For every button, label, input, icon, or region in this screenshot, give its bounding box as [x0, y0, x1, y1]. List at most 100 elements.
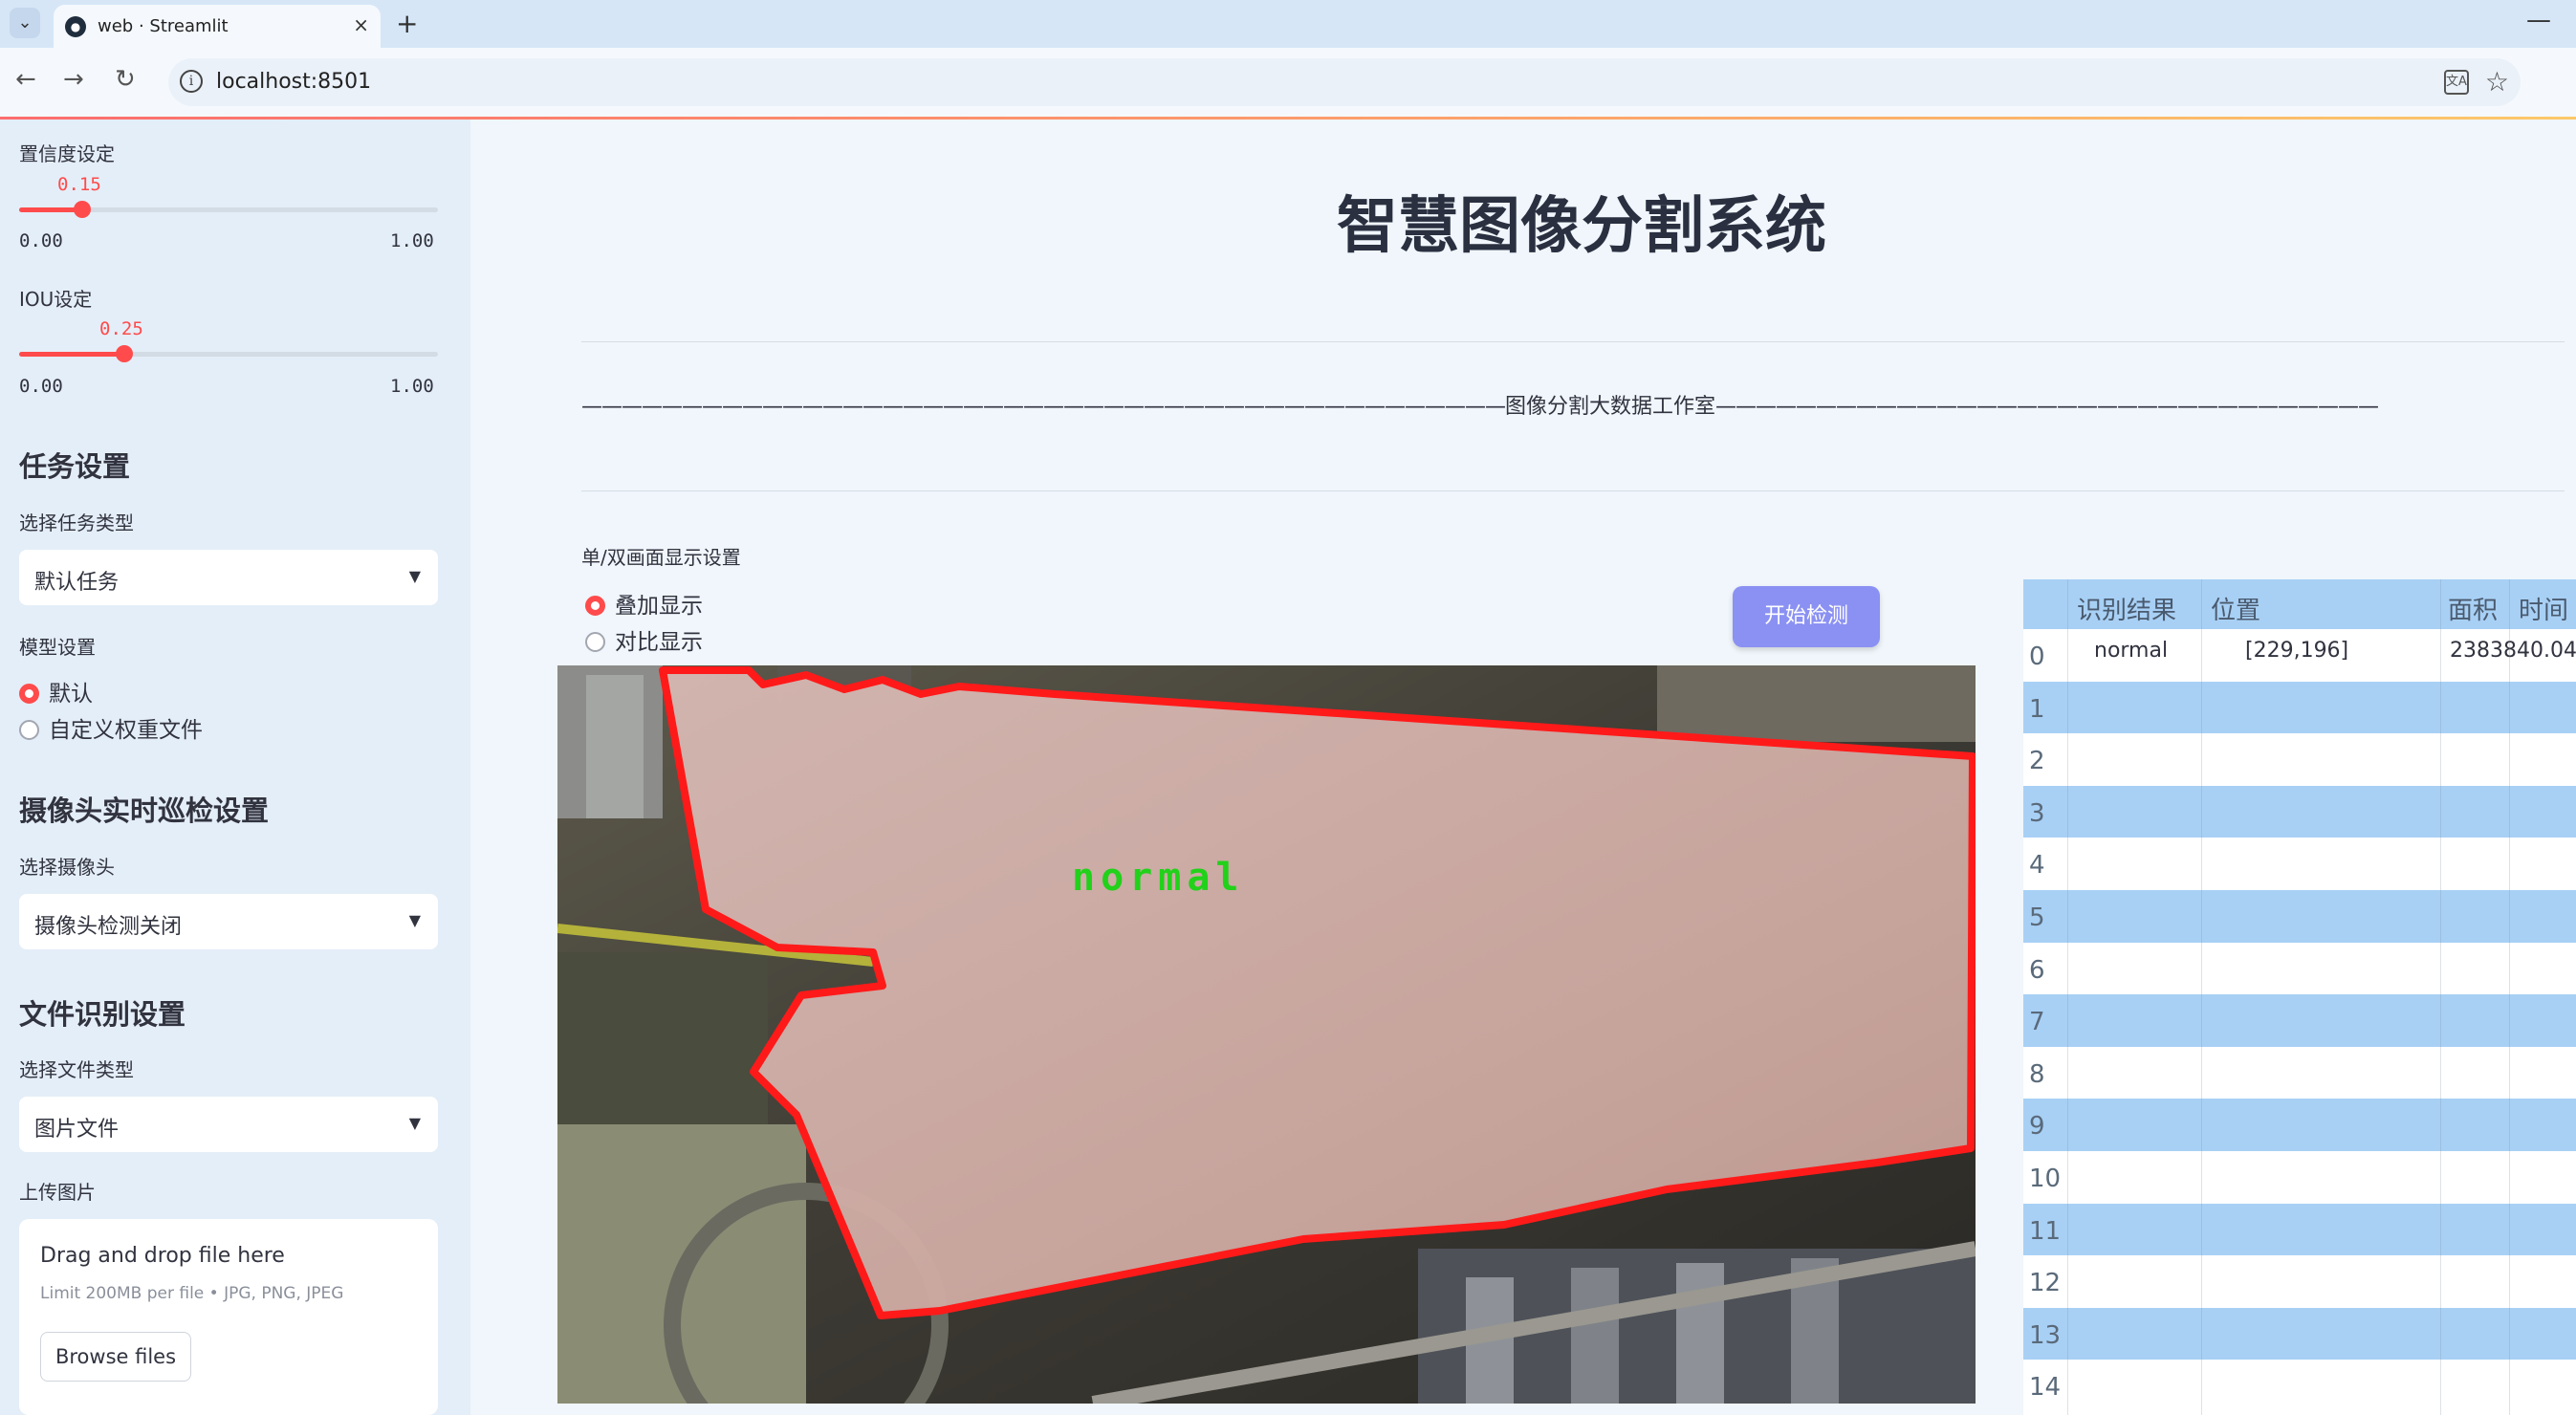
- results-table-header: 识别结果 位置 面积 时间: [2023, 579, 2576, 629]
- browser-tab-bar: ⌄ ● web · Streamlit × + —: [0, 0, 2576, 48]
- model-option-custom[interactable]: 自定义权重文件: [19, 711, 203, 744]
- url-text[interactable]: localhost:8501: [216, 70, 371, 94]
- radio-selected-icon[interactable]: [585, 596, 605, 616]
- table-row[interactable]: 8: [2023, 1047, 2576, 1099]
- iou-slider-fill: [19, 352, 124, 357]
- cell-position: [229,196]: [2245, 639, 2349, 663]
- confidence-slider-fill: [19, 207, 82, 212]
- browser-toolbar: ← → ↻ i localhost:8501 文A ☆: [0, 48, 2576, 117]
- row-index: 7: [2029, 1008, 2045, 1037]
- display-mode-compare-label: 对比显示: [615, 630, 703, 655]
- table-row[interactable]: 12: [2023, 1255, 2576, 1308]
- table-row[interactable]: 4: [2023, 838, 2576, 890]
- table-row[interactable]: 3: [2023, 785, 2576, 838]
- file-uploader-dropzone[interactable]: Drag and drop file here Limit 200MB per …: [19, 1219, 438, 1415]
- back-arrow-icon[interactable]: ←: [15, 65, 36, 94]
- col-header-time[interactable]: 时间: [2519, 591, 2568, 626]
- streamlit-favicon-icon: ●: [65, 16, 86, 37]
- model-option-custom-label: 自定义权重文件: [49, 718, 203, 743]
- iou-slider-thumb[interactable]: [115, 345, 133, 362]
- bookmark-star-icon[interactable]: ☆: [2485, 66, 2509, 98]
- radio-selected-icon[interactable]: [19, 684, 39, 704]
- table-row[interactable]: 11: [2023, 1203, 2576, 1256]
- row-index: 10: [2029, 1165, 2062, 1193]
- forward-arrow-icon[interactable]: →: [63, 65, 84, 94]
- confidence-max: 1.00: [390, 230, 434, 251]
- file-type-label: 选择文件类型: [19, 1058, 134, 1081]
- row-index: 0: [2029, 642, 2045, 671]
- tab-close-icon[interactable]: ×: [353, 13, 369, 36]
- tab-title: web · Streamlit: [98, 16, 229, 36]
- display-mode-compare[interactable]: 对比显示: [585, 623, 703, 656]
- browse-files-button[interactable]: Browse files: [40, 1332, 191, 1382]
- column-divider: [2201, 579, 2202, 1415]
- table-row[interactable]: 9: [2023, 1099, 2576, 1151]
- row-index: 9: [2029, 1112, 2045, 1142]
- col-header-area[interactable]: 面积: [2448, 591, 2498, 626]
- confidence-slider[interactable]: [19, 201, 438, 218]
- radio-unselected-icon[interactable]: [585, 632, 605, 652]
- address-bar[interactable]: i localhost:8501 文A ☆: [168, 58, 2521, 106]
- table-row[interactable]: 5: [2023, 890, 2576, 943]
- task-type-label: 选择任务类型: [19, 512, 134, 534]
- file-settings-heading: 文件识别设置: [19, 998, 186, 1031]
- display-mode-overlay[interactable]: 叠加显示: [585, 587, 703, 620]
- model-option-default[interactable]: 默认: [19, 675, 93, 708]
- row-index: 14: [2029, 1373, 2062, 1403]
- table-row[interactable]: 13: [2023, 1307, 2576, 1361]
- camera-select-value: 摄像头检测关闭: [34, 915, 183, 939]
- confidence-min: 0.00: [19, 230, 63, 251]
- row-index: 6: [2029, 955, 2045, 985]
- upload-title: Drag and drop file here: [40, 1244, 285, 1268]
- col-header-result[interactable]: 识别结果: [2077, 591, 2176, 626]
- site-info-icon[interactable]: i: [180, 70, 203, 93]
- column-divider: [2440, 579, 2441, 1415]
- table-row[interactable]: 6: [2023, 943, 2576, 995]
- segmentation-canvas: normal: [557, 665, 1976, 1404]
- row-index: 5: [2029, 903, 2045, 932]
- row-index: 11: [2029, 1216, 2062, 1246]
- row-index: 8: [2029, 1059, 2045, 1089]
- file-type-value: 图片文件: [34, 1118, 120, 1142]
- segmentation-result-image: normal: [557, 665, 1976, 1404]
- window-minimize-icon[interactable]: —: [2526, 6, 2551, 34]
- model-settings-label: 模型设置: [19, 636, 96, 659]
- studio-divider: ————————————————————————————————————————…: [581, 395, 2379, 419]
- task-type-value: 默认任务: [34, 571, 120, 595]
- iou-value: 0.25: [99, 318, 143, 339]
- display-mode-overlay-label: 叠加显示: [615, 594, 703, 619]
- studio-name: 图像分割大数据工作室: [1505, 395, 1716, 419]
- table-row[interactable]: 7: [2023, 994, 2576, 1047]
- iou-min: 0.00: [19, 376, 63, 397]
- iou-label: IOU设定: [19, 288, 93, 311]
- camera-settings-heading: 摄像头实时巡检设置: [19, 795, 270, 827]
- page-title: 智慧图像分割系统: [1337, 191, 1826, 262]
- iou-slider[interactable]: [19, 345, 438, 362]
- table-row[interactable]: 14: [2023, 1360, 2576, 1412]
- table-row[interactable]: 2: [2023, 733, 2576, 786]
- table-row[interactable]: 10: [2023, 1151, 2576, 1204]
- results-table[interactable]: 识别结果 位置 面积 时间 0 normal [229,196] 2383840.04…: [2023, 579, 2576, 1415]
- row-index: 12: [2029, 1269, 2062, 1298]
- browser-tab[interactable]: ● web · Streamlit ×: [54, 5, 381, 48]
- row-index: 13: [2029, 1320, 2062, 1350]
- pipe: [586, 675, 644, 818]
- new-tab-icon[interactable]: +: [396, 8, 418, 39]
- table-row[interactable]: 1: [2023, 681, 2576, 734]
- radio-unselected-icon[interactable]: [19, 720, 39, 740]
- start-detection-button[interactable]: 开始检测: [1733, 586, 1880, 647]
- confidence-slider-thumb[interactable]: [73, 201, 91, 218]
- chevron-down-icon: ▼: [408, 567, 421, 585]
- file-type-select[interactable]: 图片文件 ▼: [19, 1097, 438, 1152]
- tab-search-chevron-icon[interactable]: ⌄: [10, 8, 40, 38]
- display-mode-label: 单/双画面显示设置: [581, 546, 741, 569]
- upload-limit: Limit 200MB per file • JPG, PNG, JPEG: [40, 1284, 344, 1303]
- table-row[interactable]: 0 normal [229,196] 2383840.04: [2023, 629, 2576, 682]
- col-header-position[interactable]: 位置: [2211, 591, 2260, 626]
- camera-select[interactable]: 摄像头检测关闭 ▼: [19, 894, 438, 949]
- task-type-select[interactable]: 默认任务 ▼: [19, 550, 438, 605]
- translate-icon[interactable]: 文A: [2444, 70, 2469, 95]
- row-index: 1: [2029, 694, 2045, 724]
- reload-icon[interactable]: ↻: [115, 65, 136, 94]
- column-divider: [2067, 579, 2068, 1415]
